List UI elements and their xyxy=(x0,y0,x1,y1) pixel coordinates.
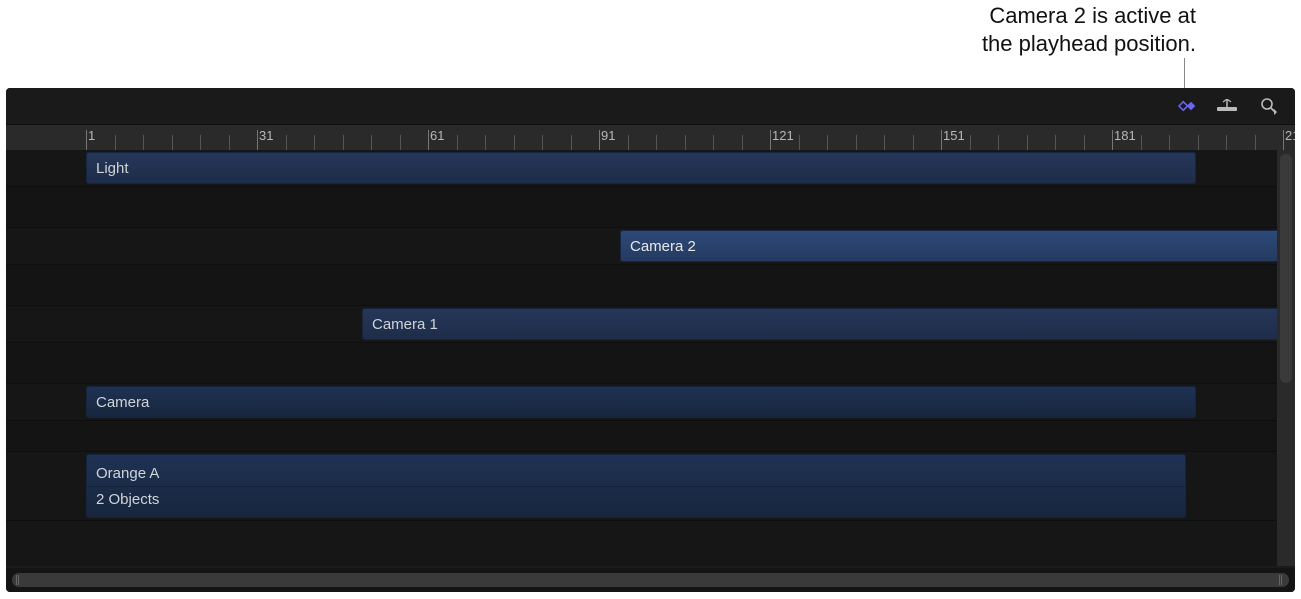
timeline-tracks: Light Camera 2 Camera 1 Camera Orange A2 Obj… xyxy=(6,150,1277,566)
ruler-label: 181 xyxy=(1114,128,1136,143)
ruler-tick xyxy=(970,135,971,151)
ruler-tick-major xyxy=(428,130,429,151)
ruler-tick-major xyxy=(86,130,87,151)
ruler-tick xyxy=(713,135,714,151)
track-gap xyxy=(6,265,1277,306)
ruler-label: 61 xyxy=(430,128,444,143)
clip-group[interactable]: Orange A2 Objects xyxy=(86,454,1186,518)
vertical-scrollbar[interactable] xyxy=(1277,150,1295,566)
ruler-tick xyxy=(514,135,515,151)
ruler-tick xyxy=(371,135,372,151)
ruler-tick xyxy=(115,135,116,151)
ruler-tick-major xyxy=(941,130,942,151)
ruler-tick xyxy=(1169,135,1170,151)
ruler-tick xyxy=(1084,135,1085,151)
track-gap xyxy=(6,343,1277,384)
ruler-tick xyxy=(1141,135,1142,151)
ruler-tick xyxy=(1198,135,1199,151)
timeline-toolbar xyxy=(6,88,1295,125)
ruler-tick xyxy=(799,135,800,151)
clip-label: Camera 1 xyxy=(372,316,438,333)
ruler-tick xyxy=(400,135,401,151)
vertical-scrollbar-thumb[interactable] xyxy=(1280,154,1292,383)
horizontal-scrollbar-track[interactable] xyxy=(12,573,1289,587)
track-row-light: Light xyxy=(6,150,1277,187)
ruler-tick xyxy=(485,135,486,151)
ruler-tick xyxy=(884,135,885,151)
track-gap xyxy=(6,421,1277,452)
ruler-tick xyxy=(314,135,315,151)
annotation-callout: Camera 2 is active at the playhead posit… xyxy=(982,2,1196,57)
track-row-camera2: Camera 2 xyxy=(6,228,1277,265)
ruler-label: 121 xyxy=(772,128,794,143)
ruler-tick xyxy=(1255,135,1256,151)
clip-light[interactable]: Light xyxy=(86,152,1196,184)
scrollbar-grip-left[interactable] xyxy=(16,575,22,585)
ruler-label: 151 xyxy=(943,128,965,143)
marker-icon[interactable] xyxy=(1215,96,1239,116)
clip-label: Camera xyxy=(96,394,149,411)
ruler-label: 31 xyxy=(259,128,273,143)
ruler-tick xyxy=(685,135,686,151)
ruler-tick xyxy=(856,135,857,151)
ruler-tick-major xyxy=(257,130,258,151)
track-row-camera: Camera xyxy=(6,384,1277,421)
horizontal-scrollbar[interactable] xyxy=(6,568,1295,592)
track-row-camera1: Camera 1 xyxy=(6,306,1277,343)
ruler-tick xyxy=(998,135,999,151)
ruler-tick-major xyxy=(1112,130,1113,151)
ruler-tick xyxy=(542,135,543,151)
scrollbar-grip-right[interactable] xyxy=(1279,575,1285,585)
ruler-label: 91 xyxy=(601,128,615,143)
clip-camera1[interactable]: Camera 1 xyxy=(362,308,1287,340)
ruler-tick xyxy=(1226,135,1227,151)
ruler-tick-major xyxy=(1283,130,1284,151)
ruler-tick xyxy=(628,135,629,151)
ruler-tick xyxy=(1027,135,1028,151)
annotation-line-1: Camera 2 is active at xyxy=(982,2,1196,30)
clip-camera[interactable]: Camera xyxy=(86,386,1196,418)
ruler-tick xyxy=(1055,135,1056,151)
ruler-label: 1 xyxy=(88,128,95,143)
clip-group-title: Orange A xyxy=(86,461,1186,487)
annotation-line-2: the playhead position. xyxy=(982,30,1196,58)
ruler-tick xyxy=(143,135,144,151)
keyframe-icon[interactable] xyxy=(1173,96,1197,116)
ruler-tick xyxy=(742,135,743,151)
clip-label: Camera 2 xyxy=(630,238,696,255)
zoom-icon[interactable] xyxy=(1257,96,1281,116)
clip-camera2[interactable]: Camera 2 xyxy=(620,230,1287,262)
timeline-panel: 1 31 61 91 121 151 181 211 Light Camera 2 Camera … xyxy=(6,88,1295,592)
ruler-tick-major xyxy=(599,130,600,151)
track-row-group: Orange A2 Objects xyxy=(6,452,1277,521)
ruler-tick xyxy=(457,135,458,151)
ruler-tick xyxy=(229,135,230,151)
clip-group-subtitle: 2 Objects xyxy=(86,487,1186,512)
ruler-tick xyxy=(200,135,201,151)
horizontal-scrollbar-thumb[interactable] xyxy=(12,573,1289,587)
ruler-tick xyxy=(913,135,914,151)
ruler-label: 211 xyxy=(1285,128,1295,143)
ruler-tick xyxy=(827,135,828,151)
ruler-tick xyxy=(656,135,657,151)
timeline-ruler[interactable]: 1 31 61 91 121 151 181 211 xyxy=(6,125,1295,152)
ruler-tick xyxy=(343,135,344,151)
ruler-tick xyxy=(571,135,572,151)
track-gap xyxy=(6,187,1277,228)
ruler-tick xyxy=(172,135,173,151)
ruler-tick-major xyxy=(770,130,771,151)
ruler-tick xyxy=(286,135,287,151)
clip-label: Light xyxy=(96,160,129,177)
